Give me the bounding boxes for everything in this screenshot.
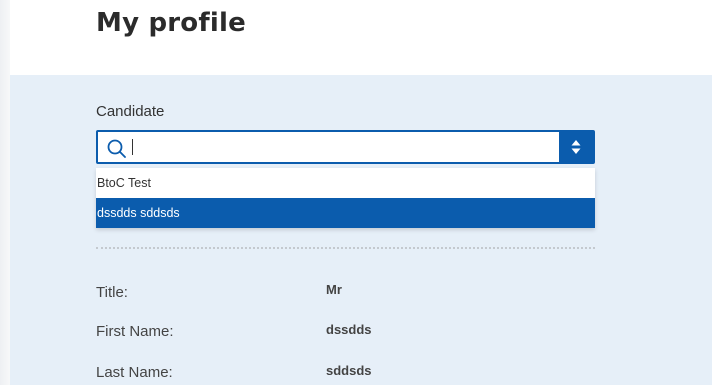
title-label: Title: — [96, 284, 128, 301]
first-name-label: First Name: — [96, 323, 174, 340]
section-divider — [96, 247, 595, 249]
last-name-value: sddsds — [326, 363, 372, 378]
text-caret — [132, 139, 133, 155]
search-icon — [107, 139, 126, 158]
page-header: My profile — [10, 0, 712, 75]
page-title: My profile — [96, 8, 246, 38]
option-label: BtoC Test — [97, 176, 151, 190]
candidate-search-input[interactable] — [134, 132, 554, 162]
candidate-label: Candidate — [96, 103, 165, 120]
candidate-dropdown-list: BtoC Test dssdds sddsds — [96, 168, 595, 228]
title-value: Mr — [326, 282, 342, 297]
candidate-option-btoc-test[interactable]: BtoC Test — [96, 168, 595, 198]
first-name-value: dssdds — [326, 322, 372, 337]
option-label: dssdds sddsds — [97, 206, 180, 220]
candidate-combobox[interactable] — [96, 130, 595, 164]
candidate-dropdown-toggle[interactable] — [559, 132, 593, 162]
last-name-label: Last Name: — [96, 364, 173, 381]
candidate-option-dssdds-sddsds[interactable]: dssdds sddsds — [96, 198, 595, 228]
sort-arrows-icon — [571, 140, 581, 154]
